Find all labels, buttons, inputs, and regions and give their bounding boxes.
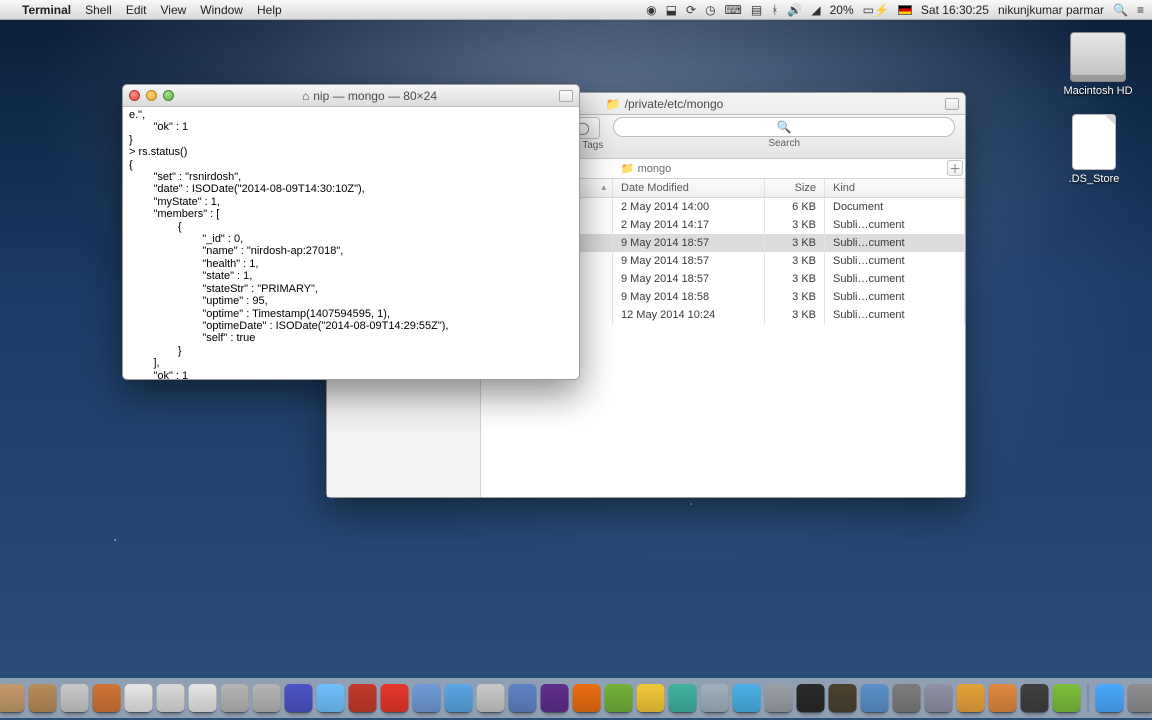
dock-app[interactable]: [1021, 684, 1049, 712]
dock-app[interactable]: [509, 684, 537, 712]
dock-app[interactable]: [541, 684, 569, 712]
dock-app[interactable]: [381, 684, 409, 712]
dock-app[interactable]: [573, 684, 601, 712]
minimize-button[interactable]: [146, 90, 157, 101]
sync-icon[interactable]: ⟳: [686, 3, 696, 17]
menu-window[interactable]: Window: [200, 3, 243, 17]
zoom-button[interactable]: [163, 90, 174, 101]
menu-shell[interactable]: Shell: [85, 3, 112, 17]
dock-app[interactable]: [61, 684, 89, 712]
dock-app[interactable]: [125, 684, 153, 712]
folder-icon: 📁: [621, 162, 635, 175]
display-icon[interactable]: ▤: [751, 3, 762, 17]
input-source-flag[interactable]: [898, 5, 912, 15]
dock-app[interactable]: [701, 684, 729, 712]
menu-view[interactable]: View: [161, 3, 187, 17]
menubar-clock[interactable]: Sat 16:30:25: [921, 3, 989, 17]
notification-center-icon[interactable]: ≡: [1137, 3, 1144, 17]
dock-app[interactable]: [861, 684, 889, 712]
new-tab-button[interactable]: ＋: [947, 160, 963, 176]
dock-app[interactable]: [765, 684, 793, 712]
dock-app[interactable]: [733, 684, 761, 712]
dock-app[interactable]: [893, 684, 921, 712]
dock-app[interactable]: [253, 684, 281, 712]
fullscreen-button[interactable]: [559, 90, 573, 102]
volume-icon[interactable]: 🔊: [787, 3, 802, 17]
dock-app[interactable]: [925, 684, 953, 712]
dock-app[interactable]: [829, 684, 857, 712]
dock-app[interactable]: [317, 684, 345, 712]
dock-app[interactable]: [1053, 684, 1081, 712]
dock-app[interactable]: [349, 684, 377, 712]
dock-app[interactable]: [1128, 684, 1152, 712]
dock-app[interactable]: [221, 684, 249, 712]
dock: [0, 678, 1152, 718]
fullscreen-button[interactable]: [945, 98, 959, 110]
battery-percent[interactable]: 20%: [830, 3, 854, 17]
close-button[interactable]: [129, 90, 140, 101]
dock-app[interactable]: [189, 684, 217, 712]
dropbox-icon[interactable]: ⬓: [666, 3, 677, 17]
dock-app[interactable]: [29, 684, 57, 712]
dock-separator: [1088, 684, 1089, 712]
col-date[interactable]: Date Modified: [613, 179, 765, 197]
dock-app[interactable]: [157, 684, 185, 712]
desktop-icon-macintosh-hd[interactable]: Macintosh HD: [1062, 32, 1134, 97]
menu-edit[interactable]: Edit: [126, 3, 147, 17]
terminal-body[interactable]: e.", "ok" : 1 } > rs.status() { "set" : …: [123, 107, 579, 379]
terminal-window[interactable]: ⌂ nip — mongo — 80×24 e.", "ok" : 1 } > r…: [122, 84, 580, 380]
keyboardviewer-icon[interactable]: ⌨: [725, 3, 742, 17]
battery-icon[interactable]: ▭⚡: [863, 3, 889, 17]
col-kind[interactable]: Kind: [825, 179, 965, 197]
dock-app[interactable]: [0, 684, 25, 712]
dock-app[interactable]: [93, 684, 121, 712]
dock-app[interactable]: [413, 684, 441, 712]
dock-app[interactable]: [1096, 684, 1124, 712]
dock-app[interactable]: [285, 684, 313, 712]
wifi-icon[interactable]: ◢: [811, 3, 820, 17]
menubar: Terminal Shell Edit View Window Help ◉ ⬓…: [0, 0, 1152, 20]
bluetooth-icon[interactable]: ᚼ: [771, 3, 778, 17]
col-size[interactable]: Size: [765, 179, 825, 197]
terminal-titlebar[interactable]: ⌂ nip — mongo — 80×24: [123, 85, 579, 107]
finder-title: /private/etc/mongo: [625, 97, 724, 111]
dock-app[interactable]: [989, 684, 1017, 712]
dock-app[interactable]: [637, 684, 665, 712]
menubar-user[interactable]: nikunjkumar parmar: [998, 3, 1104, 17]
gdrive-icon[interactable]: ◉: [646, 3, 656, 17]
spotlight-icon[interactable]: 🔍: [1113, 3, 1128, 17]
dock-app[interactable]: [605, 684, 633, 712]
dock-app[interactable]: [477, 684, 505, 712]
menu-app-name[interactable]: Terminal: [22, 3, 71, 17]
desktop-icon-ds-store[interactable]: .DS_Store: [1058, 114, 1130, 185]
dock-app[interactable]: [669, 684, 697, 712]
dock-app[interactable]: [957, 684, 985, 712]
menu-help[interactable]: Help: [257, 3, 282, 17]
search-field[interactable]: 🔍: [613, 117, 955, 137]
terminal-title: nip — mongo — 80×24: [313, 89, 437, 103]
dock-app[interactable]: [445, 684, 473, 712]
search-icon: 🔍: [777, 120, 792, 134]
dock-app[interactable]: [797, 684, 825, 712]
folder-icon: 📁: [606, 97, 621, 111]
home-icon: ⌂: [302, 89, 309, 103]
timemachine-icon[interactable]: ◷: [705, 3, 715, 17]
